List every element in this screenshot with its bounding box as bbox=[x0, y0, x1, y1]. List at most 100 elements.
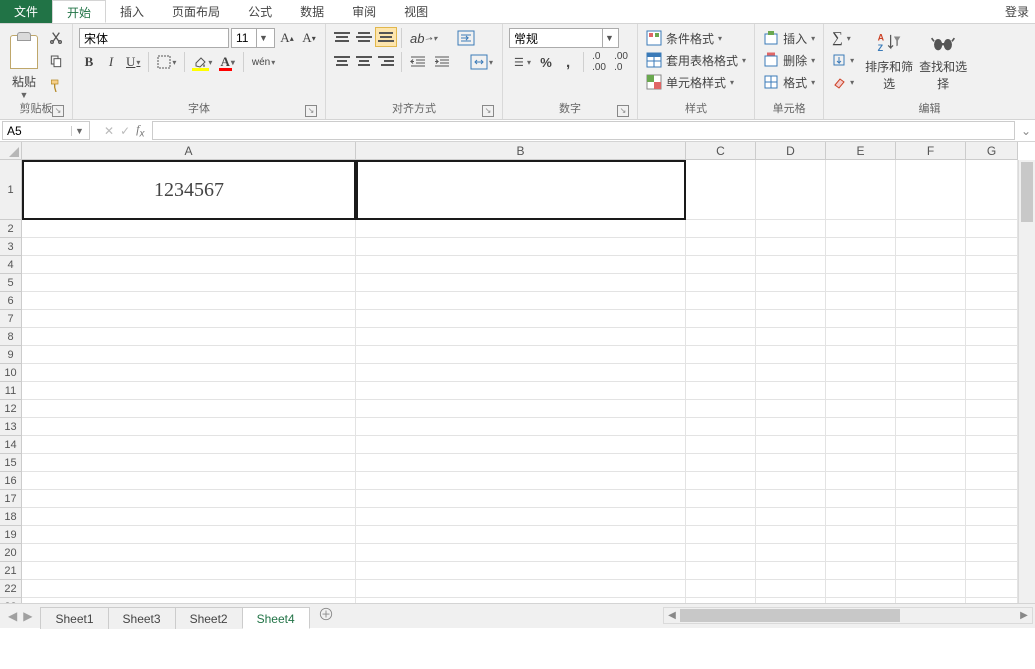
cell-G16[interactable] bbox=[966, 472, 1018, 490]
orientation-button[interactable]: ab↗▾ bbox=[407, 28, 440, 48]
font-dialog-launcher[interactable] bbox=[305, 105, 317, 117]
row-header-23[interactable]: 23 bbox=[0, 598, 22, 604]
cell-G5[interactable] bbox=[966, 274, 1018, 292]
cell-D14[interactable] bbox=[756, 436, 826, 454]
cell-E18[interactable] bbox=[826, 508, 896, 526]
cell-C13[interactable] bbox=[686, 418, 756, 436]
cell-C16[interactable] bbox=[686, 472, 756, 490]
sheet-nav-prev-button[interactable]: ◀ bbox=[8, 609, 17, 623]
cell-B16[interactable] bbox=[356, 472, 686, 490]
cell-A18[interactable] bbox=[22, 508, 356, 526]
percent-style-button[interactable]: % bbox=[536, 52, 556, 72]
chevron-down-icon[interactable]: ▼ bbox=[602, 29, 616, 47]
cell-A5[interactable] bbox=[22, 274, 356, 292]
cell-D2[interactable] bbox=[756, 220, 826, 238]
cell-C11[interactable] bbox=[686, 382, 756, 400]
cell-A8[interactable] bbox=[22, 328, 356, 346]
chevron-down-icon[interactable]: ▼ bbox=[71, 126, 87, 136]
row-header-19[interactable]: 19 bbox=[0, 526, 22, 544]
tab-page-layout[interactable]: 页面布局 bbox=[158, 0, 234, 23]
row-header-16[interactable]: 16 bbox=[0, 472, 22, 490]
cell-E7[interactable] bbox=[826, 310, 896, 328]
cell-B4[interactable] bbox=[356, 256, 686, 274]
cell-C3[interactable] bbox=[686, 238, 756, 256]
cell-B21[interactable] bbox=[356, 562, 686, 580]
cell-E23[interactable] bbox=[826, 598, 896, 604]
column-header-F[interactable]: F bbox=[896, 142, 966, 160]
cell-A14[interactable] bbox=[22, 436, 356, 454]
cell-B14[interactable] bbox=[356, 436, 686, 454]
cell-D7[interactable] bbox=[756, 310, 826, 328]
column-header-G[interactable]: G bbox=[966, 142, 1018, 160]
cell-G17[interactable] bbox=[966, 490, 1018, 508]
cell-D6[interactable] bbox=[756, 292, 826, 310]
cell-F3[interactable] bbox=[896, 238, 966, 256]
cell-G19[interactable] bbox=[966, 526, 1018, 544]
wrap-text-button[interactable] bbox=[454, 28, 478, 48]
row-header-3[interactable]: 3 bbox=[0, 238, 22, 256]
format-as-table-button[interactable]: 套用表格格式▾ bbox=[644, 50, 748, 70]
cell-A6[interactable] bbox=[22, 292, 356, 310]
cell-D10[interactable] bbox=[756, 364, 826, 382]
sheet-tab-sheet2[interactable]: Sheet2 bbox=[175, 607, 243, 629]
font-name-combo[interactable]: ▼ bbox=[79, 28, 229, 48]
column-header-E[interactable]: E bbox=[826, 142, 896, 160]
cell-A20[interactable] bbox=[22, 544, 356, 562]
cell-B10[interactable] bbox=[356, 364, 686, 382]
alignment-dialog-launcher[interactable] bbox=[482, 105, 494, 117]
align-top-button[interactable] bbox=[332, 28, 352, 46]
cell-A19[interactable] bbox=[22, 526, 356, 544]
merge-center-button[interactable]: ▾ bbox=[467, 52, 496, 72]
cell-B5[interactable] bbox=[356, 274, 686, 292]
horizontal-scrollbar[interactable]: ◀ ▶ bbox=[663, 607, 1033, 624]
row-header-11[interactable]: 11 bbox=[0, 382, 22, 400]
cell-B15[interactable] bbox=[356, 454, 686, 472]
cell-C1[interactable] bbox=[686, 160, 756, 220]
cell-A17[interactable] bbox=[22, 490, 356, 508]
cell-F15[interactable] bbox=[896, 454, 966, 472]
cell-B6[interactable] bbox=[356, 292, 686, 310]
login-link[interactable]: 登录 bbox=[999, 0, 1035, 23]
cell-G6[interactable] bbox=[966, 292, 1018, 310]
cell-E1[interactable] bbox=[826, 160, 896, 220]
row-header-14[interactable]: 14 bbox=[0, 436, 22, 454]
cell-D15[interactable] bbox=[756, 454, 826, 472]
cell-A13[interactable] bbox=[22, 418, 356, 436]
cell-F17[interactable] bbox=[896, 490, 966, 508]
cell-D23[interactable] bbox=[756, 598, 826, 604]
cell-G18[interactable] bbox=[966, 508, 1018, 526]
scroll-right-button[interactable]: ▶ bbox=[1016, 610, 1032, 621]
cell-A12[interactable] bbox=[22, 400, 356, 418]
cell-E6[interactable] bbox=[826, 292, 896, 310]
increase-decimal-button[interactable]: .0.00 bbox=[589, 52, 609, 72]
cell-G2[interactable] bbox=[966, 220, 1018, 238]
row-header-18[interactable]: 18 bbox=[0, 508, 22, 526]
fill-button[interactable]: ▾ bbox=[830, 50, 856, 70]
cell-E15[interactable] bbox=[826, 454, 896, 472]
cell-C12[interactable] bbox=[686, 400, 756, 418]
tab-view[interactable]: 视图 bbox=[390, 0, 442, 23]
italic-button[interactable]: I bbox=[101, 52, 121, 72]
cell-G3[interactable] bbox=[966, 238, 1018, 256]
row-header-17[interactable]: 17 bbox=[0, 490, 22, 508]
font-color-button[interactable]: A▾ bbox=[217, 52, 237, 72]
cell-G12[interactable] bbox=[966, 400, 1018, 418]
cell-F19[interactable] bbox=[896, 526, 966, 544]
cell-C17[interactable] bbox=[686, 490, 756, 508]
cell-F20[interactable] bbox=[896, 544, 966, 562]
cell-F16[interactable] bbox=[896, 472, 966, 490]
column-header-A[interactable]: A bbox=[22, 142, 356, 160]
borders-button[interactable]: ▾ bbox=[154, 52, 179, 72]
cell-F2[interactable] bbox=[896, 220, 966, 238]
align-right-button[interactable] bbox=[376, 52, 396, 70]
tab-data[interactable]: 数据 bbox=[286, 0, 338, 23]
name-box-input[interactable] bbox=[3, 124, 71, 138]
sort-filter-button[interactable]: AZ 排序和筛选 bbox=[862, 28, 916, 101]
cell-D8[interactable] bbox=[756, 328, 826, 346]
cell-B3[interactable] bbox=[356, 238, 686, 256]
cell-G11[interactable] bbox=[966, 382, 1018, 400]
cell-F6[interactable] bbox=[896, 292, 966, 310]
clear-button[interactable]: ▾ bbox=[830, 72, 856, 92]
row-header-8[interactable]: 8 bbox=[0, 328, 22, 346]
cell-B13[interactable] bbox=[356, 418, 686, 436]
